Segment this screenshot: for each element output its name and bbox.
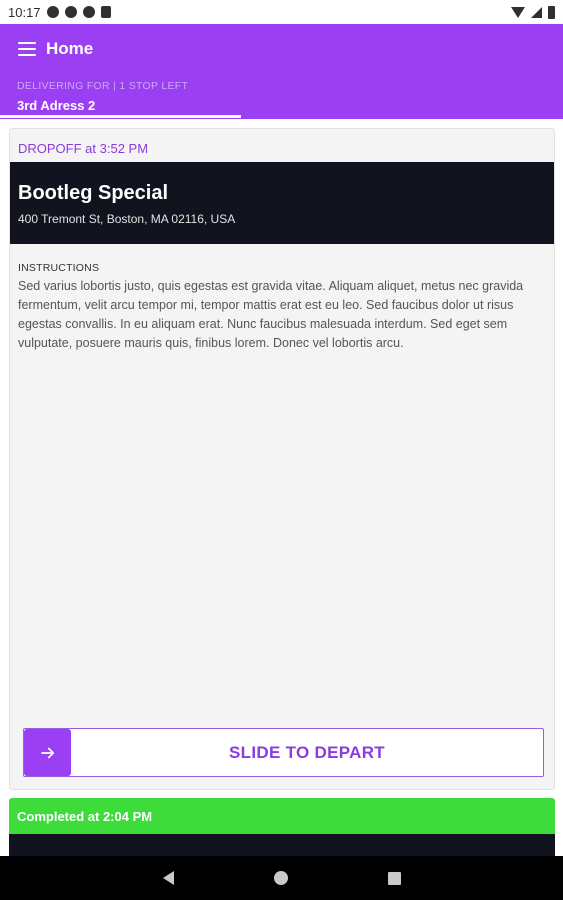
status-left: 10:17 — [8, 5, 111, 20]
home-icon[interactable] — [273, 871, 288, 885]
arrow-right-icon — [40, 747, 54, 758]
slide-label: SLIDE TO DEPART — [229, 742, 385, 762]
wifi-icon — [511, 6, 525, 18]
completed-card[interactable]: Completed at 2:04 PM — [9, 798, 555, 858]
venue-header: Bootleg Special 400 Tremont St, Boston, … — [10, 162, 554, 244]
system-nav-bar — [0, 856, 563, 900]
notification-a-icon — [46, 6, 59, 18]
dropoff-time: DROPOFF at 3:52 PM — [18, 141, 149, 156]
delivering-status: DELIVERING FOR | 1 STOP LEFT — [17, 80, 189, 92]
stop-card: DROPOFF at 3:52 PM Bootleg Special 400 T… — [9, 128, 555, 790]
clock: 10:17 — [8, 4, 41, 20]
back-icon[interactable] — [162, 871, 174, 885]
tab-address[interactable]: 3rd Adress 2 — [17, 98, 95, 113]
app-bar-row: Home — [0, 24, 563, 74]
instructions-text: Sed varius lobortis justo, quis egestas … — [18, 279, 524, 350]
battery-icon — [548, 5, 555, 19]
hamburger-menu-icon[interactable] — [18, 42, 36, 56]
venue-name: Bootleg Special — [18, 182, 169, 204]
slide-handle[interactable] — [24, 729, 71, 776]
app-bar: Home DELIVERING FOR | 1 STOP LEFT 3rd Ad… — [0, 24, 563, 119]
app-title: Home — [46, 39, 94, 58]
sd-card-icon — [100, 6, 111, 18]
completed-status: Completed at 2:04 PM — [9, 798, 555, 834]
status-bar: 10:17 — [0, 0, 563, 24]
status-right — [511, 5, 555, 19]
slide-to-depart[interactable]: SLIDE TO DEPART — [23, 728, 544, 777]
venue-address: 400 Tremont St, Boston, MA 02116, USA — [18, 212, 236, 226]
instructions-title: INSTRUCTIONS — [18, 262, 100, 274]
notification-pin-icon — [82, 6, 95, 18]
tab-indicator — [0, 115, 241, 118]
recents-icon[interactable] — [387, 871, 401, 885]
signal-icon — [531, 6, 542, 18]
notification-p-icon — [64, 6, 77, 18]
completed-venue-header — [9, 834, 555, 858]
